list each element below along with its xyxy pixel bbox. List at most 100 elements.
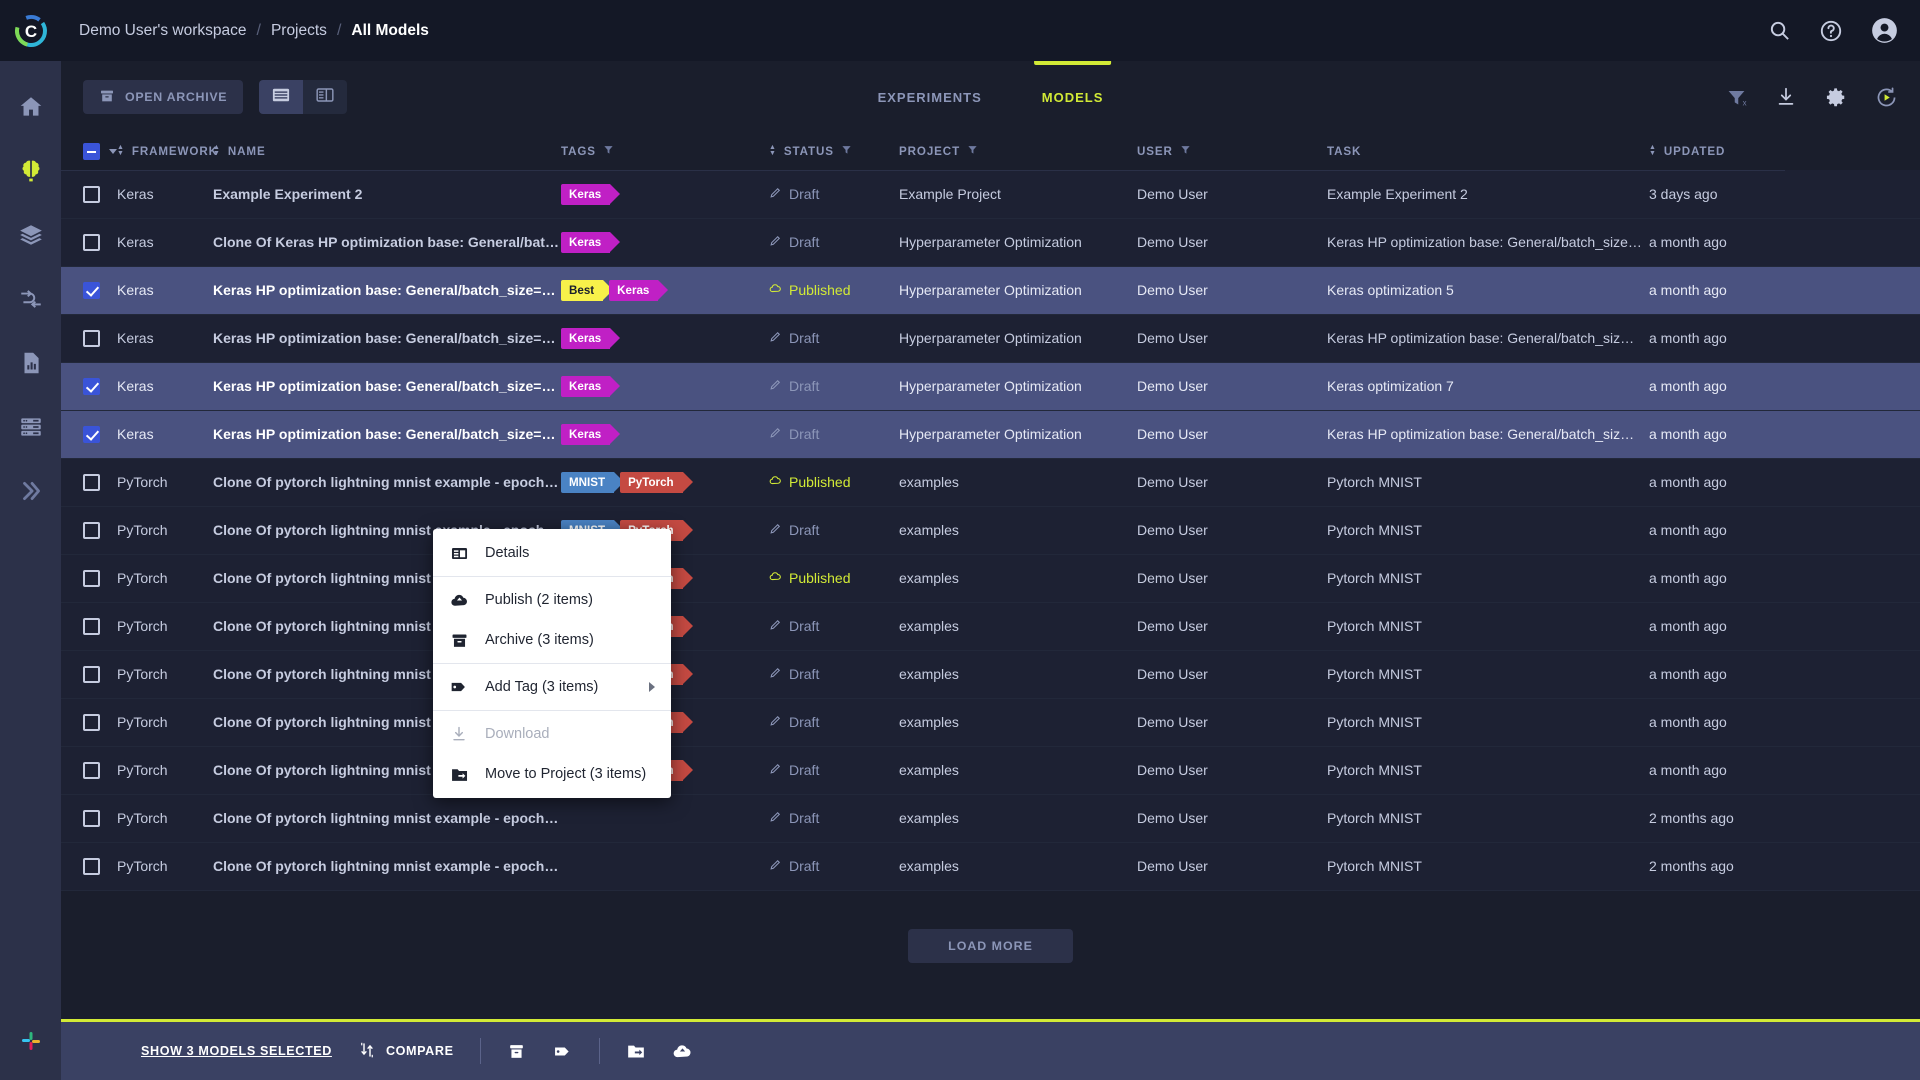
row-select-cell[interactable] xyxy=(61,410,117,458)
tag-chip[interactable]: Keras xyxy=(561,328,610,349)
view-toggle-split[interactable] xyxy=(303,80,347,114)
table-row[interactable]: KerasKeras HP optimization base: General… xyxy=(61,314,1920,362)
tag-chip[interactable]: Keras xyxy=(561,376,610,397)
help-icon[interactable] xyxy=(1819,19,1843,43)
header-status[interactable]: ▲▼ STATUS xyxy=(769,133,899,170)
row-checkbox[interactable] xyxy=(83,810,100,827)
header-name[interactable]: ▲▼ NAME xyxy=(213,133,561,170)
filter-icon[interactable] xyxy=(603,144,614,158)
row-select-cell[interactable] xyxy=(61,842,117,890)
row-select-cell[interactable] xyxy=(61,602,117,650)
row-checkbox[interactable] xyxy=(83,714,100,731)
header-task[interactable]: TASK xyxy=(1327,133,1649,170)
row-select-cell[interactable] xyxy=(61,554,117,602)
row-checkbox[interactable] xyxy=(83,282,100,299)
move-to-project-icon[interactable] xyxy=(626,1041,646,1061)
show-selected-link[interactable]: SHOW 3 MODELS SELECTED xyxy=(141,1044,332,1058)
filter-icon[interactable] xyxy=(1180,144,1191,158)
sidebar-item-projects[interactable] xyxy=(0,139,61,203)
context-menu-item-archive-3-items[interactable]: Archive (3 items) xyxy=(433,620,671,660)
header-user[interactable]: USER xyxy=(1137,133,1327,170)
row-select-cell[interactable] xyxy=(61,650,117,698)
tab-models[interactable]: MODELS xyxy=(1042,61,1104,133)
row-checkbox[interactable] xyxy=(83,234,100,251)
header-updated[interactable]: ▲▼ UPDATED xyxy=(1649,133,1785,170)
table-row[interactable]: KerasKeras HP optimization base: General… xyxy=(61,266,1920,314)
row-checkbox[interactable] xyxy=(83,666,100,683)
table-row[interactable]: PyTorchClone Of pytorch lightning mnist … xyxy=(61,554,1920,602)
row-checkbox[interactable] xyxy=(83,618,100,635)
row-select-cell[interactable] xyxy=(61,362,117,410)
clear-filters-icon[interactable]: x xyxy=(1726,87,1747,108)
row-checkbox[interactable] xyxy=(83,378,100,395)
search-icon[interactable] xyxy=(1768,19,1791,42)
header-framework[interactable]: ▲▼ FRAMEWORK xyxy=(117,133,213,170)
sidebar-item-slack[interactable] xyxy=(0,1016,61,1080)
context-menu-item-move-to-project-3-items[interactable]: Move to Project (3 items) xyxy=(433,754,671,794)
view-toggle-table[interactable] xyxy=(259,80,303,114)
tag-chip[interactable]: MNIST xyxy=(561,472,614,493)
header-tags[interactable]: TAGS xyxy=(561,133,769,170)
context-menu-item-publish-2-items[interactable]: Publish (2 items) xyxy=(433,580,671,620)
row-checkbox[interactable] xyxy=(83,522,100,539)
load-more-button[interactable]: LOAD MORE xyxy=(908,929,1073,963)
account-icon[interactable] xyxy=(1871,17,1898,44)
row-select-cell[interactable] xyxy=(61,314,117,362)
compare-button[interactable]: COMPARE xyxy=(358,1041,454,1062)
table-row[interactable]: PyTorchClone Of pytorch lightning mnist … xyxy=(61,458,1920,506)
row-checkbox[interactable] xyxy=(83,426,100,443)
tag-icon[interactable] xyxy=(552,1041,573,1062)
header-project[interactable]: PROJECT xyxy=(899,133,1137,170)
table-row[interactable]: PyTorchClone Of pytorch lightning mnist … xyxy=(61,602,1920,650)
table-row[interactable]: PyTorchClone Of pytorch lightning mnist … xyxy=(61,746,1920,794)
table-row[interactable]: PyTorchClone Of pytorch lightning mnist … xyxy=(61,842,1920,890)
publish-cloud-icon[interactable] xyxy=(672,1041,693,1062)
row-checkbox[interactable] xyxy=(83,474,100,491)
sidebar-item-expand[interactable] xyxy=(0,459,61,523)
row-checkbox[interactable] xyxy=(83,570,100,587)
row-select-cell[interactable] xyxy=(61,170,117,218)
table-row[interactable]: KerasClone Of Keras HP optimization base… xyxy=(61,218,1920,266)
table-row[interactable]: PyTorchClone Of pytorch lightning mnist … xyxy=(61,698,1920,746)
row-select-cell[interactable] xyxy=(61,698,117,746)
sidebar-item-pipelines[interactable] xyxy=(0,267,61,331)
row-select-cell[interactable] xyxy=(61,458,117,506)
table-row[interactable]: PyTorchClone Of pytorch lightning mnist … xyxy=(61,650,1920,698)
context-menu-item-details[interactable]: Details xyxy=(433,533,671,573)
sidebar-item-home[interactable] xyxy=(0,75,61,139)
row-select-cell[interactable] xyxy=(61,218,117,266)
tab-experiments[interactable]: EXPERIMENTS xyxy=(878,61,982,133)
row-checkbox[interactable] xyxy=(83,858,100,875)
archive-icon[interactable] xyxy=(507,1042,526,1061)
table-row[interactable]: PyTorchClone Of pytorch lightning mnist … xyxy=(61,794,1920,842)
select-all-dropdown-caret[interactable] xyxy=(109,149,117,154)
tag-chip[interactable]: Keras xyxy=(561,424,610,445)
tag-chip[interactable]: Best xyxy=(561,280,603,301)
tag-chip[interactable]: PyTorch xyxy=(620,472,683,493)
breadcrumb-workspace[interactable]: Demo User's workspace xyxy=(79,22,246,40)
filter-icon[interactable] xyxy=(967,144,978,158)
sidebar-item-workers[interactable] xyxy=(0,395,61,459)
row-select-cell[interactable] xyxy=(61,506,117,554)
row-checkbox[interactable] xyxy=(83,762,100,779)
sidebar-item-datasets[interactable] xyxy=(0,203,61,267)
table-row[interactable]: KerasExample Experiment 2KerasDraftExamp… xyxy=(61,170,1920,218)
app-logo[interactable]: C xyxy=(0,0,61,61)
tag-chip[interactable]: Keras xyxy=(609,280,658,301)
tag-chip[interactable]: Keras xyxy=(561,232,610,253)
row-select-cell[interactable] xyxy=(61,266,117,314)
download-icon[interactable] xyxy=(1775,86,1797,108)
row-select-cell[interactable] xyxy=(61,746,117,794)
table-row[interactable]: KerasKeras HP optimization base: General… xyxy=(61,410,1920,458)
open-archive-button[interactable]: OPEN ARCHIVE xyxy=(83,80,243,114)
settings-icon[interactable] xyxy=(1825,86,1847,108)
table-row[interactable]: PyTorchClone Of pytorch lightning mnist … xyxy=(61,506,1920,554)
sidebar-item-reports[interactable] xyxy=(0,331,61,395)
filter-icon[interactable] xyxy=(841,144,852,158)
select-all-checkbox[interactable] xyxy=(83,143,100,160)
auto-refresh-icon[interactable] xyxy=(1875,86,1898,109)
row-select-cell[interactable] xyxy=(61,794,117,842)
row-checkbox[interactable] xyxy=(83,330,100,347)
breadcrumb-projects[interactable]: Projects xyxy=(271,22,327,40)
table-row[interactable]: KerasKeras HP optimization base: General… xyxy=(61,362,1920,410)
